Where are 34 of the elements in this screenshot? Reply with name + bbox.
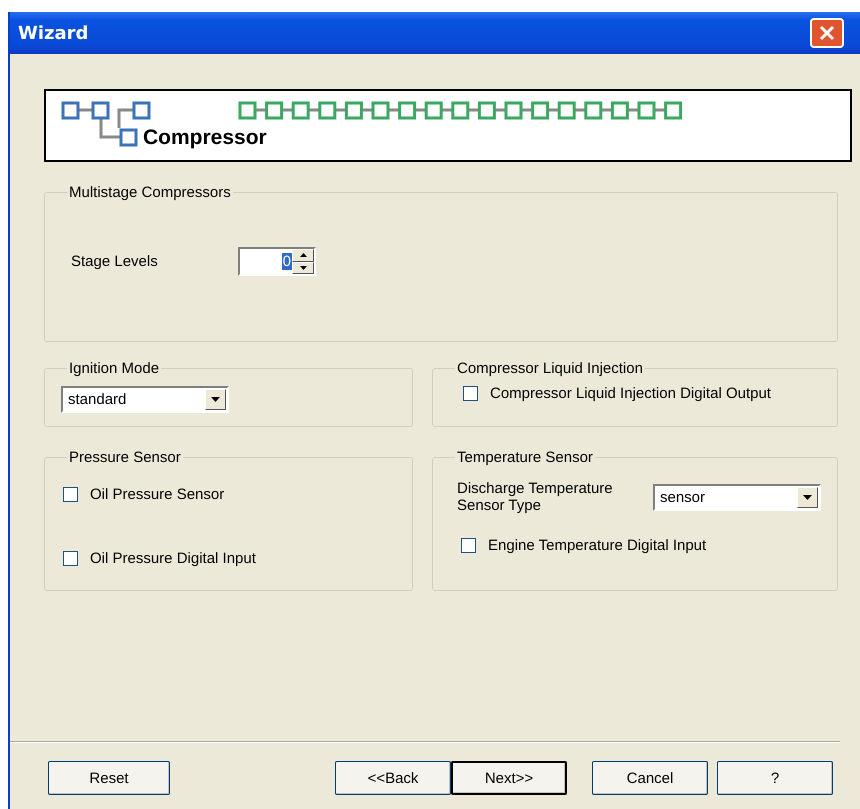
dropdown-arrow-icon	[211, 397, 220, 402]
stage-levels-spinner[interactable]: 0	[238, 247, 316, 276]
group-legend: Compressor Liquid Injection	[455, 360, 645, 377]
field-label: Stage Levels	[71, 253, 159, 270]
down-arrow-icon	[300, 266, 306, 270]
checkbox[interactable]	[63, 551, 78, 566]
group-legend: Ignition Mode	[67, 360, 162, 377]
checkbox-option[interactable]: Compressor Liquid Injection Digital Output	[445, 377, 825, 402]
wizard-button[interactable]: ?	[717, 761, 833, 795]
wizard-button[interactable]: <<Back	[335, 761, 451, 795]
checkbox-option[interactable]: Oil Pressure Digital Input	[63, 550, 400, 567]
close-icon	[818, 24, 836, 42]
banner-title: Compressor	[143, 126, 267, 150]
spin-down-button[interactable]	[292, 262, 314, 274]
checkbox[interactable]	[463, 386, 478, 401]
close-button[interactable]	[810, 18, 844, 48]
spinner-value: 0	[282, 253, 292, 270]
checkbox[interactable]	[63, 487, 78, 502]
group-legend: Multistage Compressors	[67, 184, 233, 201]
spin-up-button[interactable]	[292, 249, 314, 262]
dropdown-arrow-icon	[803, 494, 812, 500]
sensor-type-dropdown[interactable]: sensor	[653, 484, 821, 511]
wizard-button[interactable]: Reset	[48, 761, 170, 795]
group-legend: Pressure Sensor	[67, 449, 183, 466]
checkbox[interactable]	[461, 538, 476, 552]
window-title: Wizard	[18, 22, 88, 44]
up-arrow-icon	[300, 253, 306, 258]
field-label: Discharge Temperature Sensor Type	[457, 480, 614, 514]
checkbox-option[interactable]: Oil Pressure Sensor	[63, 486, 400, 503]
ignition-mode-dropdown[interactable]: standard	[61, 386, 229, 413]
wizard-button[interactable]: Cancel	[592, 761, 708, 795]
wizard-button[interactable]: Next>>	[451, 761, 567, 795]
checkbox-option[interactable]: Engine Temperature Digital Input	[445, 514, 825, 554]
group-legend: Temperature Sensor	[455, 449, 595, 466]
